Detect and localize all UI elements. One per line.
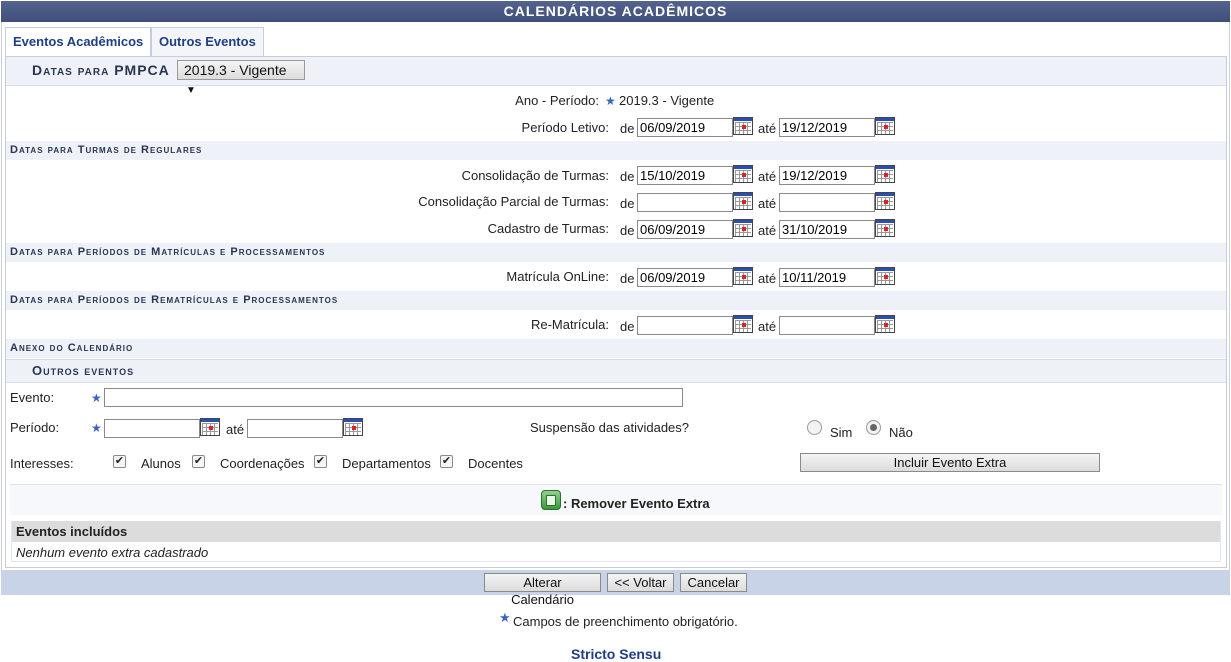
consolidacao-label: Consolidação de Turmas: (461, 168, 609, 183)
rematricula-to-input[interactable] (779, 316, 875, 335)
section-turmas: Datas para Turmas de Regulares (6, 141, 1226, 160)
required-note: Campos de preenchimento obrigatório. (513, 614, 738, 629)
periodo-to-input[interactable] (247, 419, 343, 438)
section-anexo: Anexo do Calendário (6, 339, 1226, 358)
evento-label: Evento: (10, 390, 55, 405)
de-label: de (620, 196, 635, 211)
suspensao-label: Suspensão das atividades? (530, 420, 690, 435)
suspensao-sim-radio[interactable] (807, 420, 822, 435)
departamentos-label: Departamentos (342, 456, 431, 471)
tab-eventos-academicos[interactable]: Eventos Acadêmicos (5, 27, 152, 57)
required-star-icon: ★ (91, 421, 102, 435)
ate-label: até (758, 319, 777, 334)
consolidacao-parcial-from-input[interactable] (637, 193, 733, 212)
calendar-icon[interactable] (875, 165, 895, 183)
section-matriculas: Datas para Períodos de Matrículas e Proc… (6, 243, 1226, 262)
tab-outros-eventos[interactable]: Outros Eventos (151, 27, 264, 57)
alterar-calendario-button[interactable]: Alterar Calendário (484, 573, 601, 607)
cadastro-from-input[interactable] (637, 220, 733, 239)
docentes-label: Docentes (468, 456, 523, 471)
suspensao-nao-radio[interactable] (866, 420, 881, 435)
page-title: CALENDÁRIOS ACADÊMICOS (1, 1, 1230, 22)
chevron-down-icon: ▼ (186, 85, 196, 96)
cadastro-label: Cadastro de Turmas: (487, 221, 609, 236)
calendar-icon[interactable] (343, 418, 363, 436)
calendar-icon[interactable] (733, 219, 753, 237)
ate-label: até (758, 169, 777, 184)
ate-label: até (758, 196, 777, 211)
evento-input[interactable] (104, 388, 683, 407)
periodo-from-input[interactable] (104, 419, 200, 438)
ate-label: até (758, 223, 777, 238)
de-label: de (620, 271, 635, 286)
departamentos-checkbox[interactable]: ✔ (314, 455, 327, 468)
incluir-evento-button[interactable]: Incluir Evento Extra (800, 453, 1100, 472)
periodo-letivo-label: Período Letivo: (521, 120, 609, 135)
required-star-icon: ★ (91, 391, 102, 405)
nenhum-evento-text: Nenhum evento extra cadastrado (16, 545, 209, 560)
calendar-icon[interactable] (875, 315, 895, 333)
periodo-letivo-from-input[interactable] (637, 118, 733, 137)
required-star-icon: ★ (605, 94, 616, 108)
de-label: de (620, 319, 635, 334)
coordenacoes-checkbox[interactable]: ✔ (192, 455, 205, 468)
interesses-label: Interesses: (10, 456, 74, 471)
matricula-online-to-input[interactable] (779, 268, 875, 287)
ate-label: até (758, 121, 777, 136)
alunos-checkbox[interactable]: ✔ (113, 455, 126, 468)
rematricula-label: Re-Matrícula: (530, 317, 609, 332)
ano-periodo-label: Ano - Período: (515, 93, 599, 108)
calendar-icon[interactable] (733, 117, 753, 135)
matricula-online-from-input[interactable] (637, 268, 733, 287)
cancelar-button[interactable]: Cancelar (680, 573, 747, 592)
calendar-icon[interactable] (733, 192, 753, 210)
calendar-icon[interactable] (875, 117, 895, 135)
consolidacao-from-input[interactable] (637, 166, 733, 185)
required-star-icon: ★ (499, 610, 511, 625)
calendar-icon[interactable] (875, 192, 895, 210)
nao-label: Não (889, 425, 913, 440)
de-label: de (620, 121, 635, 136)
rematricula-from-input[interactable] (637, 316, 733, 335)
cadastro-to-input[interactable] (779, 220, 875, 239)
ate-label: até (758, 271, 777, 286)
docentes-checkbox[interactable]: ✔ (440, 455, 453, 468)
periodo-select[interactable]: 2019.3 - Vigente ▼ (177, 60, 305, 96)
eventos-table-header (12, 521, 1220, 542)
calendar-icon[interactable] (733, 315, 753, 333)
calendar-icon[interactable] (733, 165, 753, 183)
consolidacao-parcial-label: Consolidação Parcial de Turmas: (418, 194, 609, 209)
calendar-icon[interactable] (875, 219, 895, 237)
calendar-icon[interactable] (200, 418, 220, 436)
voltar-button[interactable]: << Voltar (607, 573, 674, 592)
ano-periodo-value: 2019.3 - Vigente (619, 93, 715, 108)
coordenacoes-label: Coordenações (220, 456, 305, 471)
calendar-icon[interactable] (875, 267, 895, 285)
outros-heading: Outros eventos (32, 363, 135, 378)
sim-label: Sim (830, 425, 853, 440)
periodo-select-value: 2019.3 - Vigente (184, 62, 287, 78)
stricto-sensu-link[interactable]: Stricto Sensu (571, 646, 661, 662)
alunos-label: Alunos (141, 456, 181, 471)
eventos-incluidos-heading: Eventos incluídos (16, 524, 128, 539)
consolidacao-parcial-to-input[interactable] (779, 193, 875, 212)
pmpca-heading: Datas para PMPCA (32, 62, 170, 78)
ate-label: até (226, 422, 245, 437)
periodo-letivo-to-input[interactable] (779, 118, 875, 137)
divider (6, 85, 1226, 86)
de-label: de (620, 223, 635, 238)
trash-icon (541, 490, 561, 510)
periodo-label: Período: (10, 420, 60, 435)
remover-legend: : Remover Evento Extra (563, 496, 710, 511)
matricula-online-label: Matrícula OnLine: (506, 269, 609, 284)
de-label: de (620, 169, 635, 184)
section-rematriculas: Datas para Períodos de Rematrículas e Pr… (6, 291, 1226, 310)
consolidacao-to-input[interactable] (779, 166, 875, 185)
outros-header (6, 359, 1226, 383)
calendar-icon[interactable] (733, 267, 753, 285)
